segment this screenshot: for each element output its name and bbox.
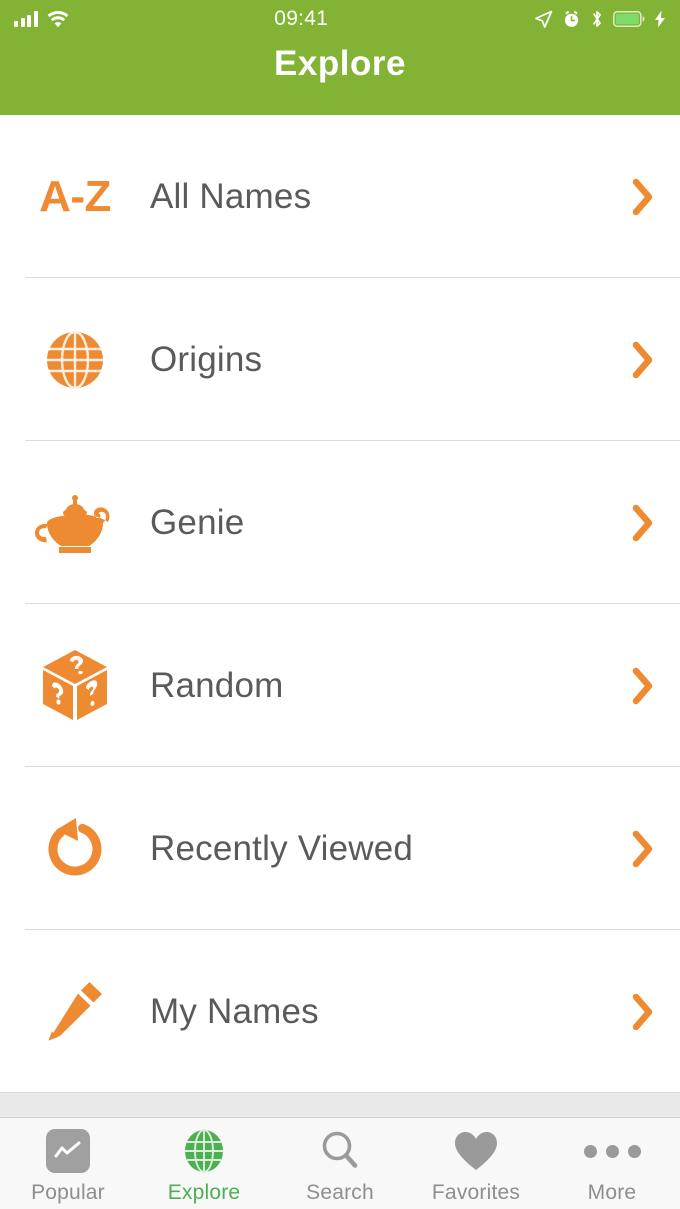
a-z-label: A-Z [39,171,111,221]
tab-popular[interactable]: Popular [0,1118,136,1209]
nav-header: 09:41 Explore [0,0,680,115]
battery-icon [613,11,645,27]
list-item-all-names[interactable]: A-Z All Names [0,115,680,278]
tab-explore[interactable]: Explore [136,1118,272,1209]
signal-bars-icon [14,11,38,27]
chart-line-icon [46,1128,90,1174]
tab-label: Favorites [431,1181,521,1204]
pencil-icon [0,930,150,1092]
magnifier-icon [318,1128,362,1174]
list-item-label: Random [150,665,284,705]
tab-label: Search [306,1181,374,1204]
a-z-text-icon: A-Z [0,115,150,278]
status-bar-time: 09:41 [274,7,329,30]
list-item-label: Genie [150,502,245,542]
chevron-right-icon [628,989,658,1035]
status-bar-center: 09:41 [69,7,535,31]
app-screen: 09:41 Explore A-Z All Names Origins Geni… [0,0,680,1209]
list-item-label: Recently Viewed [150,828,414,868]
list-item-origins[interactable]: Origins [0,278,680,441]
chevron-right-icon [628,337,658,383]
status-bar-left [14,10,69,28]
list-item-recently-viewed[interactable]: Recently Viewed [0,767,680,930]
status-bar-right [534,9,666,29]
location-arrow-icon [534,10,553,29]
list-item-genie[interactable]: Genie [0,441,680,604]
chevron-right-icon [628,500,658,546]
tab-bar: Popular Explore Search Favorites More [0,1118,680,1209]
globe-icon [0,278,150,441]
list-item-label: My Names [150,991,319,1031]
ellipsis-icon [583,1128,641,1174]
tab-label: Explore [167,1181,241,1204]
chevron-right-icon [628,663,658,709]
status-bar: 09:41 [0,0,680,38]
list-item-my-names[interactable]: My Names [0,930,680,1092]
wifi-icon [47,10,69,28]
globe-icon [182,1128,226,1174]
tab-search[interactable]: Search [272,1118,408,1209]
heart-icon [453,1128,499,1174]
lightning-bolt-icon [654,10,666,28]
tab-favorites[interactable]: Favorites [408,1118,544,1209]
page-title: Explore [274,44,406,83]
tab-label: Popular [31,1181,105,1204]
explore-list: A-Z All Names Origins Genie Random Recen… [0,115,680,1092]
history-arrow-icon [0,767,150,930]
list-item-label: All Names [150,176,312,216]
tabbar-spacer [0,1092,680,1118]
list-item-random[interactable]: Random [0,604,680,767]
genie-lamp-icon [0,441,150,604]
list-item-label: Origins [150,339,263,379]
question-dice-icon [0,604,150,767]
tab-label: More [587,1181,637,1204]
chevron-right-icon [628,174,658,220]
alarm-clock-icon [562,10,581,29]
chevron-right-icon [628,826,658,872]
tab-more[interactable]: More [544,1118,680,1209]
bluetooth-icon [590,9,604,29]
